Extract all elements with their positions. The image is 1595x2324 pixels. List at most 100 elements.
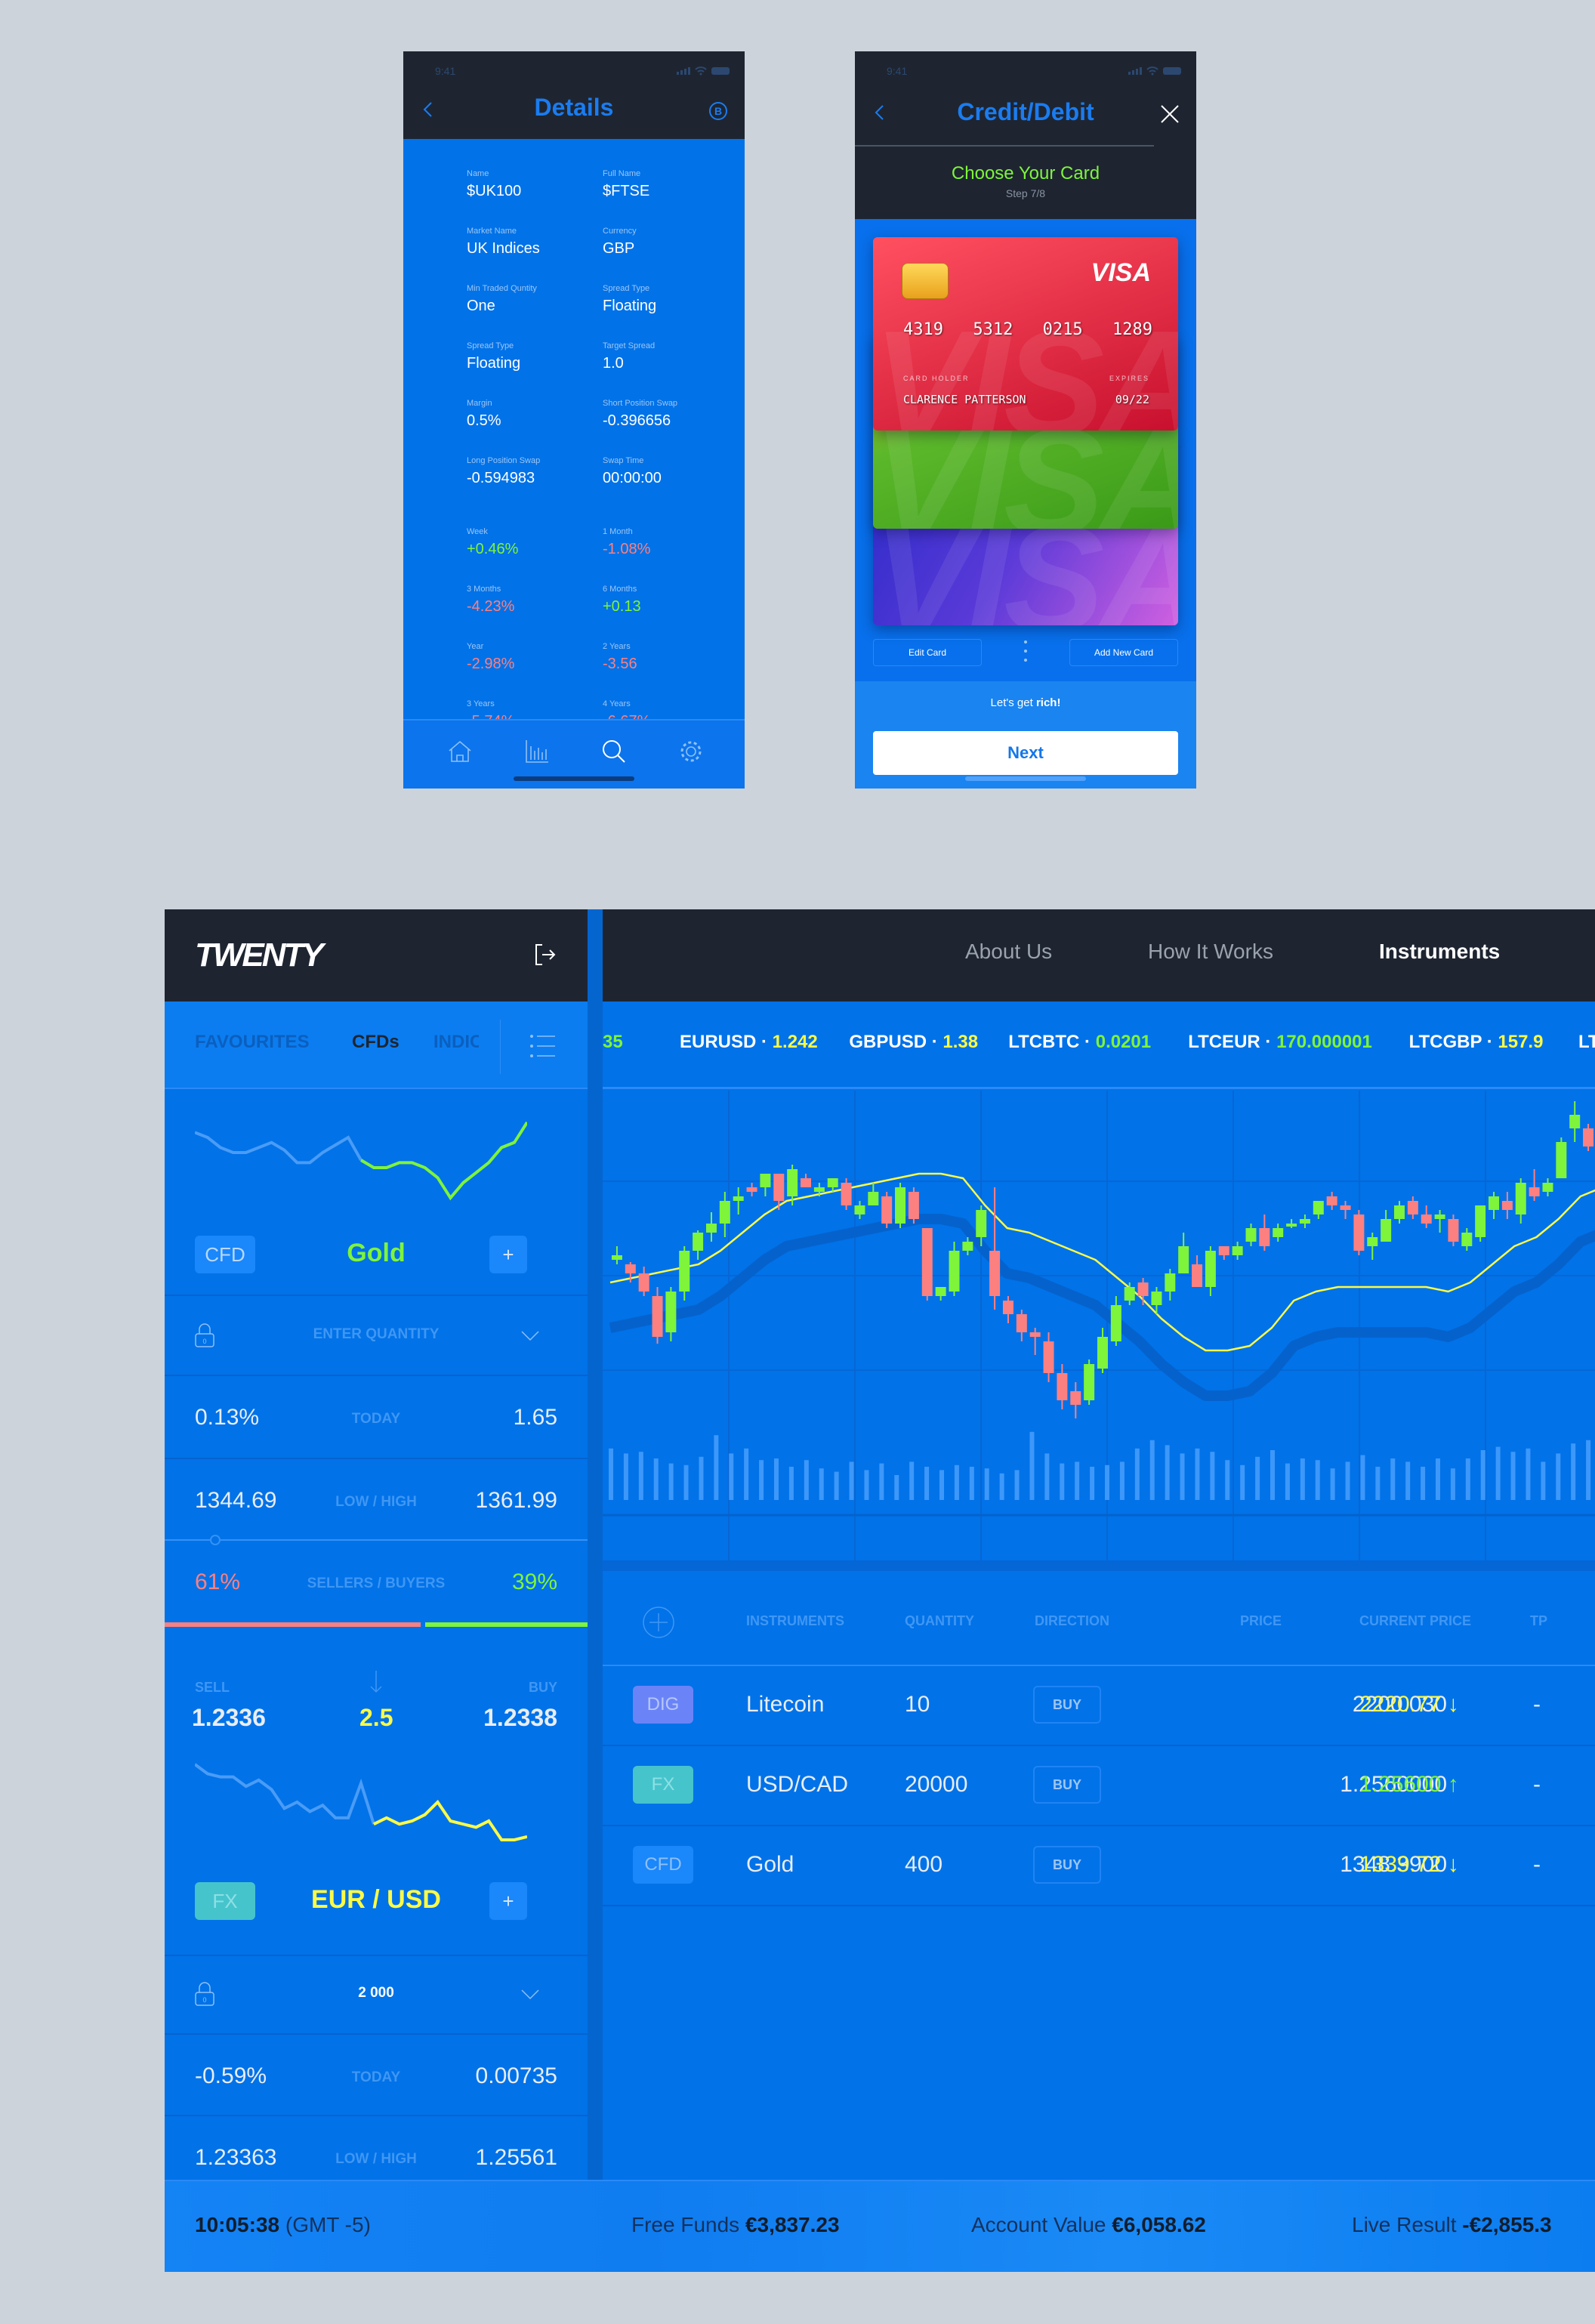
favourites-list-button[interactable]	[500, 1020, 588, 1074]
next-button[interactable]: Next	[873, 731, 1178, 775]
nav-how-it-works[interactable]: How It Works	[1148, 940, 1273, 964]
candle-body	[1501, 1201, 1513, 1210]
col-quantity[interactable]: QUANTITY	[905, 1613, 974, 1629]
performance-value: +0.46%	[467, 541, 519, 557]
detail-field: Market Name UK Indices	[467, 227, 595, 258]
logo[interactable]: TWENTY	[195, 937, 324, 974]
close-icon[interactable]	[1160, 104, 1180, 124]
detail-label: Target Spread	[603, 341, 656, 350]
detail-field: Target Spread 1.0	[603, 341, 731, 372]
candle-body	[1165, 1273, 1176, 1292]
candle-body	[1016, 1314, 1027, 1332]
volume-bar	[1029, 1431, 1035, 1500]
eurusd-sell-price[interactable]: 1.2336	[192, 1704, 266, 1732]
ticker-item[interactable]: LTCEUR · 170.000001	[1188, 1032, 1372, 1053]
credit-card[interactable]: VISA VISA 4319 5312 0215 1289 CARD HOLDER EXPIR…	[873, 237, 1178, 431]
volume-bar	[1180, 1453, 1185, 1500]
table-row[interactable]: CFD Gold 400 BUY 1348.3900 1339.72 ↓ -	[603, 1826, 1595, 1906]
detail-label: Margin	[467, 399, 492, 408]
ticker-item[interactable]: LTCUSD	[1578, 1032, 1595, 1053]
tab-favourites[interactable]: FAVOURITES	[195, 1032, 310, 1053]
logout-icon[interactable]	[533, 943, 557, 967]
home-icon[interactable]	[447, 739, 473, 764]
candle-body	[868, 1192, 879, 1205]
table-row[interactable]: DIG Litecoin 10 BUY 2200.030 2220.77 ↓ -	[603, 1666, 1595, 1746]
price-chart[interactable]: AUG 21OCT 16DEC 11FEB 2017APR 02MAY 28JU…	[603, 1091, 1595, 1560]
detail-value: Floating	[467, 355, 521, 372]
volume-bar	[1510, 1452, 1516, 1500]
edit-card-button[interactable]: Edit Card	[873, 639, 982, 666]
card-watermark: VISA	[873, 300, 1178, 431]
volume-bar	[1586, 1440, 1591, 1500]
details-phone-screen: 9:41 Details B Name $UK100 Full Name $FTSE M…	[403, 51, 745, 789]
ticker-item[interactable]: 35	[603, 1032, 623, 1053]
buy-label: BUY	[528, 1680, 557, 1695]
more-dots-icon[interactable]	[1024, 640, 1029, 668]
detail-value: 0.5%	[467, 412, 501, 429]
panel-divider	[588, 909, 603, 2272]
nav-instruments[interactable]: Instruments	[1379, 940, 1500, 964]
add-to-favourites-button[interactable]: +	[489, 1236, 527, 1273]
performance-field: 1 Month -1.08%	[603, 527, 731, 558]
candle-body	[1515, 1183, 1526, 1214]
quantity: 20000	[905, 1772, 968, 1797]
arrow-down-icon	[370, 1671, 382, 1693]
quantity-row[interactable]: 0 ENTER QUANTITY	[165, 1296, 588, 1376]
col-price[interactable]: PRICE	[1240, 1613, 1282, 1629]
quantity-row[interactable]: 0 2 000	[165, 1956, 588, 2035]
candle-body	[949, 1251, 960, 1292]
table-row[interactable]: FX USD/CAD 20000 BUY 1.2560000 1.25600 ↑ -	[603, 1746, 1595, 1826]
volume-bar	[969, 1467, 974, 1500]
detail-label: Swap Time	[603, 456, 644, 465]
chevron-down-icon[interactable]	[521, 1989, 539, 2000]
eurusd-buy-price[interactable]: 1.2338	[483, 1704, 557, 1732]
status-icons	[1128, 66, 1181, 76]
ticker-symbol: LTCGBP	[1408, 1032, 1482, 1052]
nav-about-us[interactable]: About Us	[965, 940, 1052, 964]
performance-field: 2 Years -3.56	[603, 642, 731, 673]
instrument-type-badge: FX	[633, 1766, 693, 1804]
add-new-card-button[interactable]: Add New Card	[1069, 639, 1178, 666]
volume-bar	[894, 1475, 899, 1500]
col-direction[interactable]: DIRECTION	[1035, 1613, 1109, 1629]
candle-body	[1232, 1246, 1243, 1255]
performance-field: 4 Years -6.67%	[603, 699, 731, 719]
candle-body	[1569, 1115, 1581, 1128]
clock-timezone: (GMT -5)	[285, 2213, 371, 2236]
account-value-amount: €6,058.62	[1112, 2213, 1206, 2236]
volume-bar	[1195, 1448, 1200, 1500]
detail-label: Name	[467, 169, 489, 178]
candle-body	[1151, 1292, 1162, 1305]
candle-body	[1205, 1251, 1216, 1287]
col-current-price[interactable]: CURRENT PRICE	[1359, 1613, 1471, 1629]
tab-indices[interactable]: INDICES	[433, 1032, 479, 1053]
search-icon[interactable]	[601, 739, 627, 764]
direction-button[interactable]: BUY	[1033, 1686, 1101, 1724]
direction-button[interactable]: BUY	[1033, 1766, 1101, 1804]
candle-body	[989, 1251, 1001, 1296]
direction-button[interactable]: BUY	[1033, 1846, 1101, 1884]
detail-field: Spread Type Floating	[467, 341, 595, 372]
volume-bar	[623, 1453, 628, 1500]
gear-icon[interactable]	[678, 739, 704, 764]
volume-bar	[744, 1448, 749, 1500]
volume-bar	[924, 1467, 930, 1500]
candle-body	[773, 1174, 785, 1201]
add-to-favourites-button[interactable]: +	[489, 1882, 527, 1920]
add-position-icon[interactable]	[642, 1606, 675, 1639]
ticker-item[interactable]: GBPUSD · 1.38	[849, 1032, 978, 1053]
tab-cfds[interactable]: CFDs	[352, 1032, 400, 1053]
chevron-down-icon[interactable]	[521, 1331, 539, 1341]
clock-time: 10:05:38	[195, 2213, 280, 2236]
ticker-symbol: LTCEUR	[1188, 1032, 1260, 1052]
col-instruments[interactable]: INSTRUMENTS	[746, 1613, 844, 1629]
bar-chart-icon[interactable]	[524, 739, 550, 764]
candle-body	[1340, 1205, 1351, 1210]
detail-label: Market Name	[467, 227, 517, 236]
col-tp[interactable]: TP	[1530, 1613, 1547, 1629]
ticker-item[interactable]: EURUSD · 1.242	[680, 1032, 818, 1053]
candle-body	[881, 1196, 893, 1224]
ticker-item[interactable]: LTCBTC · 0.0201	[1008, 1032, 1151, 1053]
main-panel: 35 EURUSD · 1.242 GBPUSD · 1.38 LTCBTC · 0.…	[603, 1002, 1595, 2272]
ticker-item[interactable]: LTCGBP · 157.9	[1409, 1032, 1544, 1053]
